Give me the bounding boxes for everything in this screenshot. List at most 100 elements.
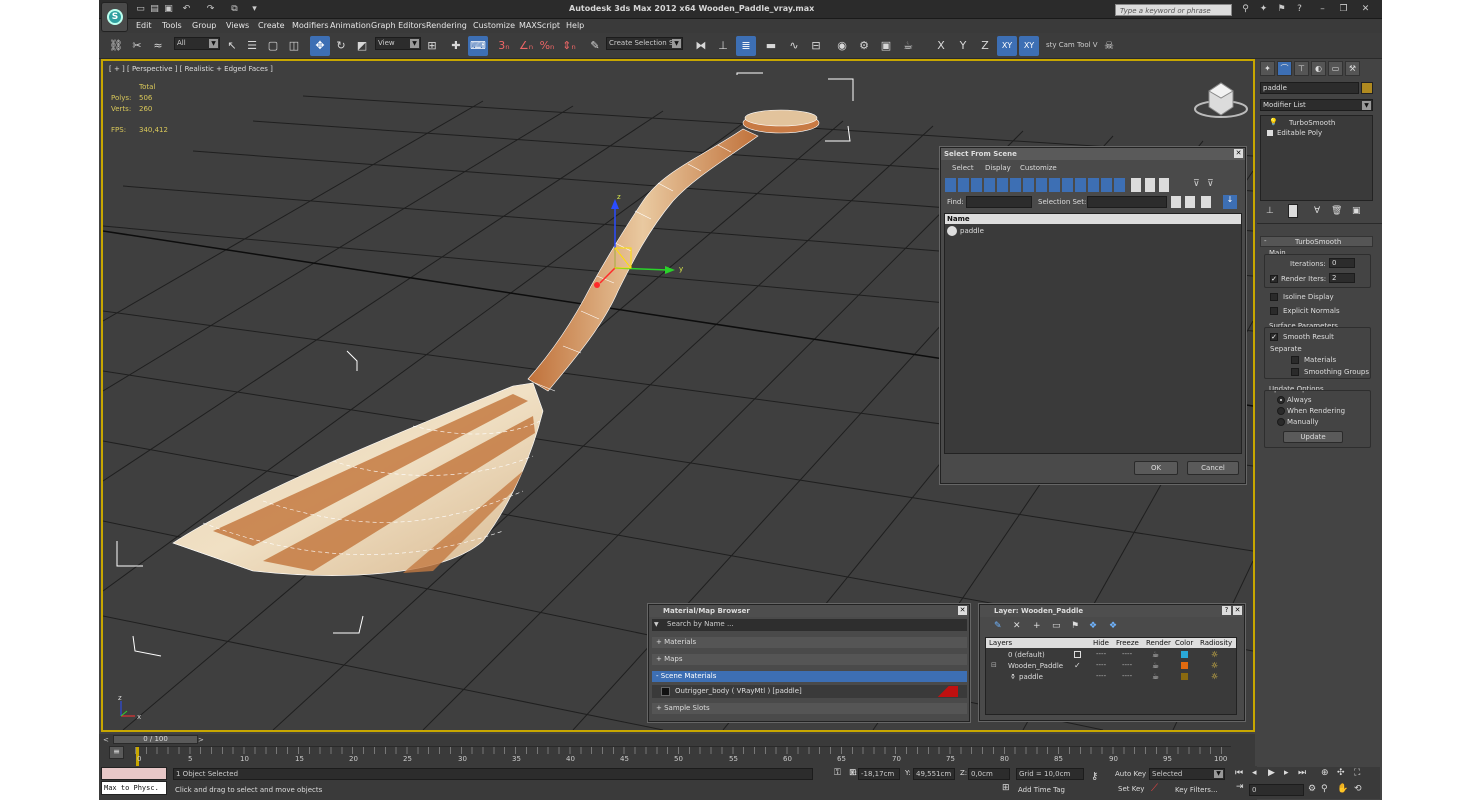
menu-rendering[interactable]: Rendering: [426, 21, 467, 30]
selection-set-add-icon[interactable]: [1201, 196, 1211, 208]
select-object-icon[interactable]: ↖: [222, 36, 242, 56]
time-slider[interactable]: 0 / 100: [113, 735, 198, 744]
layer-hide-value[interactable]: ----: [1096, 672, 1106, 680]
radiosity-icon[interactable]: ☼: [1211, 672, 1218, 681]
set-key-button[interactable]: Set Key: [1118, 785, 1144, 793]
menu-help[interactable]: Help: [566, 21, 584, 30]
current-frame-field[interactable]: 0: [1249, 784, 1304, 796]
select-menu-display[interactable]: Display: [985, 164, 1011, 172]
y-coordinate-field[interactable]: 49,551cm: [913, 768, 955, 780]
freeze-all-layers-icon[interactable]: ❖: [1109, 621, 1117, 631]
layer-color-swatch[interactable]: [1181, 662, 1188, 669]
key-mode-toggle-icon[interactable]: ⇥: [1236, 782, 1244, 792]
select-and-move-icon[interactable]: ✥: [310, 36, 330, 56]
layer-freeze-value[interactable]: ----: [1122, 661, 1132, 669]
teapot-render-icon[interactable]: ☕: [1152, 650, 1159, 659]
close-icon[interactable]: ✕: [958, 606, 967, 615]
application-button[interactable]: S: [101, 2, 128, 32]
modifier-list-dropdown[interactable]: Modifier List ▼: [1260, 99, 1373, 111]
slider-right-arrow-icon[interactable]: >: [198, 736, 206, 744]
menu-customize[interactable]: Customize: [473, 21, 515, 30]
named-selection-sets-dropdown[interactable]: Create Selection Se ▼: [606, 37, 683, 50]
update-always-radio[interactable]: [1277, 396, 1285, 404]
axis-y-button[interactable]: Y: [953, 36, 973, 56]
lightbulb-icon[interactable]: 💡: [1269, 118, 1278, 126]
help-icon[interactable]: ?: [1293, 3, 1306, 16]
create-tab-icon[interactable]: ✦: [1260, 61, 1275, 76]
menu-edit[interactable]: Edit: [136, 21, 152, 30]
open-file-icon[interactable]: ▤: [148, 3, 161, 16]
stack-item-turbosmooth[interactable]: TurboSmooth: [1289, 119, 1335, 127]
layer-freeze-value[interactable]: ----: [1122, 650, 1132, 658]
new-scene-icon[interactable]: ▭: [134, 3, 147, 16]
time-tag-icon[interactable]: ⊞: [1002, 783, 1010, 793]
object-color-swatch[interactable]: [1361, 82, 1373, 94]
close-icon[interactable]: ✕: [1359, 3, 1372, 16]
list-item[interactable]: paddle: [960, 227, 984, 235]
filter-settings-icon[interactable]: ⊽: [1207, 179, 1214, 189]
link-icon[interactable]: ⛓: [106, 36, 126, 56]
next-frame-icon[interactable]: ▸: [1284, 768, 1289, 778]
redo-icon[interactable]: ↷: [204, 3, 217, 16]
orbit-icon[interactable]: ⟲: [1354, 784, 1362, 794]
quick-access-dropdown-icon[interactable]: ▾: [248, 3, 261, 16]
table-row[interactable]: ⊟ Wooden_Paddle ✓ ---- ---- ☕ ☼: [986, 661, 1236, 672]
subscription-icon[interactable]: ✦: [1257, 3, 1270, 16]
default-in-out-tangent-icon[interactable]: ⟋: [1151, 783, 1158, 794]
project-folder-icon[interactable]: ⧉: [228, 3, 241, 16]
select-menu-customize[interactable]: Customize: [1020, 164, 1057, 172]
current-layer-check-icon[interactable]: ✓: [1074, 661, 1081, 670]
find-input[interactable]: [966, 196, 1032, 208]
viewport-label-menu[interactable]: [ + ] [ Perspective ] [ Realistic + Edge…: [109, 65, 273, 73]
menu-group[interactable]: Group: [192, 21, 216, 30]
reference-coordinate-dropdown[interactable]: View ▼: [375, 37, 421, 50]
stack-item-editable-poly[interactable]: Editable Poly: [1277, 129, 1322, 137]
go-to-start-icon[interactable]: ⏮: [1235, 768, 1243, 778]
help-search-input[interactable]: Type a keyword or phrase: [1115, 4, 1232, 16]
update-manually-radio[interactable]: [1277, 418, 1285, 426]
save-file-icon[interactable]: ▣: [162, 3, 175, 16]
add-time-tag-button[interactable]: Add Time Tag: [1018, 786, 1065, 794]
track-bar[interactable]: 0 5 10 15 20 25 30 35 40 45 50 55 60 65 …: [135, 746, 1231, 766]
update-when-rendering-radio[interactable]: [1277, 407, 1285, 415]
object-name-field[interactable]: paddle: [1260, 82, 1359, 94]
table-row[interactable]: 0 (default) ---- ---- ☕ ☼: [986, 650, 1236, 661]
close-icon[interactable]: ✕: [1234, 149, 1243, 158]
menu-views[interactable]: Views: [226, 21, 249, 30]
minimize-icon[interactable]: –: [1316, 3, 1329, 16]
scene-material-row[interactable]: Outrigger_body ( VRayMtl ) [paddle]: [652, 685, 967, 698]
modify-tab-icon[interactable]: ⌒: [1277, 61, 1292, 76]
rectangular-selection-icon[interactable]: ▢: [263, 36, 283, 56]
update-button[interactable]: Update: [1283, 431, 1343, 443]
filter-type-buttons[interactable]: [945, 178, 1127, 192]
field-of-view-icon[interactable]: ✣: [1337, 768, 1345, 778]
menu-create[interactable]: Create: [258, 21, 285, 30]
select-in-layer-icon[interactable]: ▭: [1052, 621, 1061, 631]
menu-maxscript[interactable]: MAXScript: [519, 21, 560, 30]
bind-space-warp-icon[interactable]: ≈: [148, 36, 168, 56]
motion-tab-icon[interactable]: ◐: [1311, 61, 1326, 76]
selection-set-dropdown[interactable]: [1087, 196, 1167, 208]
key-icon[interactable]: ⚷: [1091, 771, 1098, 782]
undo-icon[interactable]: ↶: [180, 3, 193, 16]
selection-set-load-icon[interactable]: [1185, 196, 1195, 208]
hide-column-header[interactable]: Hide: [1093, 639, 1109, 647]
layer-hide-value[interactable]: ----: [1096, 661, 1106, 669]
previous-frame-icon[interactable]: ◂: [1252, 768, 1257, 778]
remove-modifier-icon[interactable]: 🗑: [1331, 206, 1342, 216]
layer-hide-value[interactable]: ----: [1096, 650, 1106, 658]
maps-section[interactable]: + Maps: [652, 654, 967, 665]
axis-xy-button[interactable]: XY: [997, 36, 1017, 56]
create-layer-icon[interactable]: ✎: [994, 621, 1002, 631]
selection-lock-icon[interactable]: ⚿: [834, 768, 841, 778]
sync-selection-icon[interactable]: ↓: [1223, 195, 1237, 209]
align-icon[interactable]: ⊥: [713, 36, 733, 56]
layer-manager-icon[interactable]: ≣: [736, 36, 756, 56]
iterations-spinner[interactable]: 0: [1329, 258, 1355, 268]
snaps-toggle-icon[interactable]: 3ₙ: [494, 36, 514, 56]
axis-x-button[interactable]: X: [931, 36, 951, 56]
isoline-display-checkbox[interactable]: [1270, 293, 1278, 301]
rendered-frame-window-icon[interactable]: ▣: [876, 36, 896, 56]
utilities-tab-icon[interactable]: ⚒: [1345, 61, 1360, 76]
scene-materials-section[interactable]: - Scene Materials: [652, 671, 967, 682]
